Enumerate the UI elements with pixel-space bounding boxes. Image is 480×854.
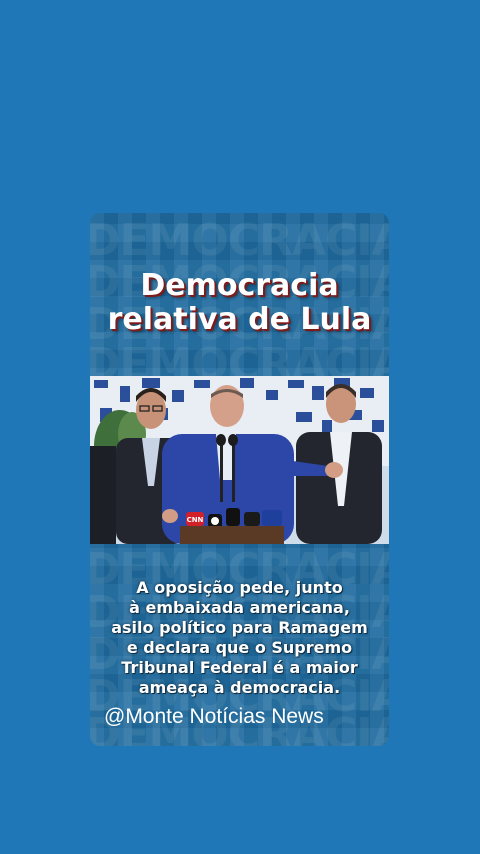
account-handle: @Monte Notícias News [104, 705, 324, 728]
body-line: à embaixada americana, [129, 598, 350, 617]
body-line: Tribunal Federal é a maior [121, 658, 358, 677]
post-headline: Democracia relativa de Lula [90, 269, 389, 337]
post-card: DEMOCRACIA DEMOCRACIA DEMOCRACIA DEMOCRA… [90, 213, 389, 746]
body-line: A oposição pede, junto [136, 578, 343, 597]
headline-line: relativa de Lula [107, 302, 372, 337]
press-conference-photo: CNN [90, 376, 389, 544]
headline-line: Democracia [140, 268, 339, 303]
body-line: asilo político para Ramagem [111, 618, 368, 637]
body-line: ameaça à democracia. [138, 678, 341, 697]
svg-text:CNN: CNN [187, 516, 204, 524]
post-body-text: A oposição pede, junto à embaixada ameri… [96, 578, 383, 698]
body-line: e declara que o Supremo [126, 638, 353, 657]
